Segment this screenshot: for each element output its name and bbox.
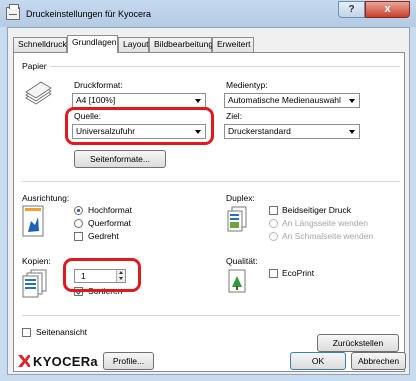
page-view-label: Seitenansicht [36, 327, 88, 337]
portrait-radio[interactable] [74, 206, 83, 215]
dialog-body: Schnelldruck Grundlagen Layout Bildbearb… [7, 27, 410, 375]
basics-panel: Papier Druckformat: A4 [100%] Quelle: Un… [13, 52, 405, 372]
quality-label: Qualität: [226, 256, 258, 266]
section-divider [22, 181, 400, 182]
source-highlight [65, 107, 214, 145]
orientation-portrait-icon [22, 205, 44, 237]
printer-icon [6, 4, 20, 20]
landscape-radio[interactable] [74, 219, 83, 228]
kyocera-logo: KYOCERa [33, 354, 98, 369]
short-edge-label: An Schmalseite wenden [282, 231, 374, 241]
duplex-checkbox[interactable] [269, 206, 278, 215]
tab-bildbearbeitung[interactable]: Bildbearbeitung [149, 37, 213, 52]
media-type-select[interactable]: Automatische Medienauswahl [224, 93, 360, 108]
window-title: Druckeinstellungen für Kyocera [26, 9, 152, 19]
reset-button[interactable]: Zurückstellen [317, 334, 399, 352]
duplex-label: Duplex: [226, 193, 255, 203]
media-type-label: Medientyp: [226, 80, 268, 90]
chevron-down-icon [195, 99, 201, 103]
title-bar: Druckeinstellungen für Kyocera ? x [0, 0, 416, 27]
profile-button[interactable]: Profile... [103, 352, 154, 370]
rotated-label: Gedreht [88, 231, 119, 241]
page-formats-button[interactable]: Seitenformate... [74, 150, 166, 168]
cancel-button[interactable]: Abbrechen [351, 352, 406, 370]
paper-stack-icon [25, 81, 52, 105]
close-button[interactable]: x [365, 1, 410, 18]
kyocera-logo-icon [18, 355, 30, 367]
copies-highlight [63, 258, 141, 292]
page-view-checkbox[interactable] [22, 328, 31, 337]
rotated-checkbox[interactable] [74, 232, 83, 241]
orientation-label: Ausrichtung: [22, 193, 70, 203]
long-edge-radio[interactable] [269, 219, 278, 228]
tab-erweitert[interactable]: Erweitert [212, 37, 254, 52]
paper-divider [50, 66, 400, 67]
landscape-label: Querformat [88, 218, 131, 228]
tab-schnelldruck[interactable]: Schnelldruck [13, 37, 67, 52]
tab-layout[interactable]: Layout [118, 37, 149, 52]
duplex-print-label: Beidseitiger Druck [282, 205, 351, 215]
target-value: Druckerstandard [228, 126, 291, 136]
chevron-down-icon [349, 99, 355, 103]
target-select[interactable]: Druckerstandard [224, 124, 360, 139]
short-edge-radio[interactable] [269, 232, 278, 241]
help-button[interactable]: ? [338, 1, 365, 18]
media-type-value: Automatische Medienauswahl [228, 95, 341, 105]
bottom-divider [22, 315, 400, 316]
portrait-label: Hochformat [88, 205, 132, 215]
ecoprint-checkbox[interactable] [269, 269, 278, 278]
paper-format-label: Druckformat: [74, 80, 123, 90]
quality-icon [228, 269, 246, 293]
ok-button[interactable]: OK [290, 352, 346, 370]
paper-section-label: Papier [22, 61, 47, 71]
chevron-down-icon [349, 130, 355, 134]
paper-format-select[interactable]: A4 [100%] [72, 93, 206, 108]
tab-grundlagen[interactable]: Grundlagen [67, 35, 118, 53]
long-edge-label: An Längsseite wenden [282, 218, 369, 228]
copies-label: Kopien: [22, 256, 51, 266]
duplex-icon [227, 206, 247, 232]
paper-format-value: A4 [100%] [76, 95, 116, 105]
copies-icon [22, 269, 47, 298]
ecoprint-label: EcoPrint [282, 268, 315, 278]
target-label: Ziel: [226, 111, 243, 121]
